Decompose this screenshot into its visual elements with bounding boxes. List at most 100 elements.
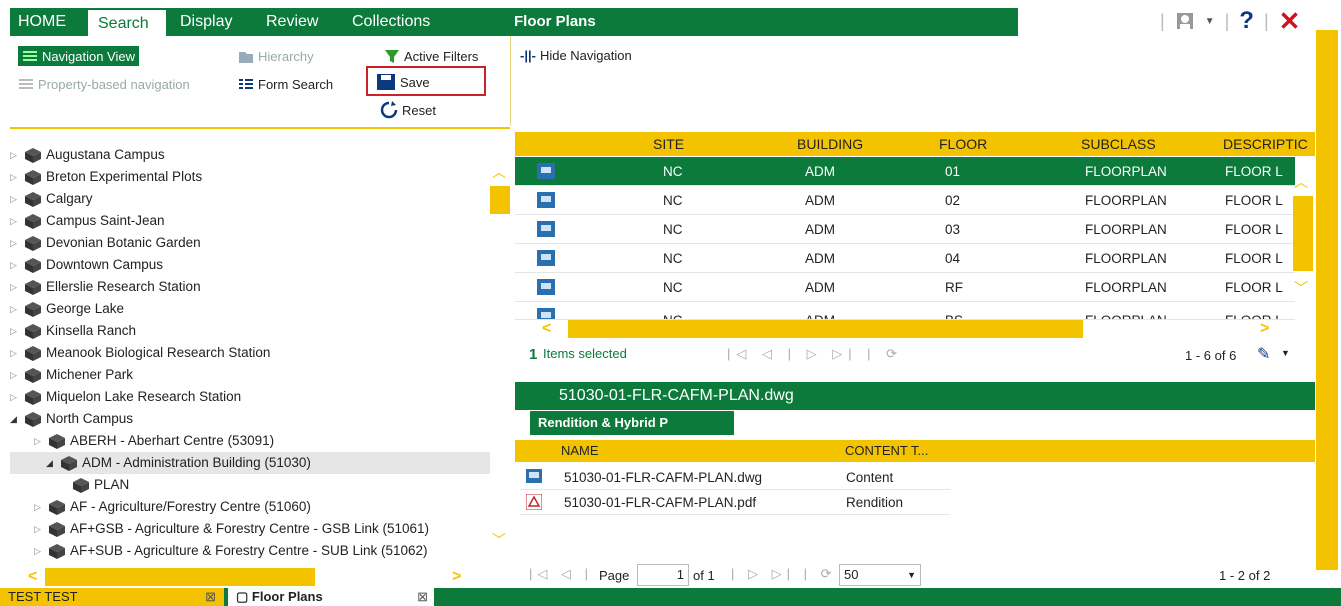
tree-item[interactable]: ◢ North Campus (10, 408, 133, 430)
chevron-down-icon[interactable]: ﹀ (492, 530, 506, 550)
expand-icon[interactable]: ▷ (10, 342, 20, 364)
expand-icon[interactable]: ▷ (34, 496, 44, 518)
right-scrollbar[interactable] (1316, 30, 1338, 570)
tree-item-label: George Lake (46, 301, 125, 316)
table-row[interactable]: NC ADM 01 FLOORPLAN FLOOR L (515, 157, 1295, 186)
tab-floor-plans[interactable]: ▢ Floor Plans ⊠ (228, 588, 434, 606)
tree-item[interactable]: ▷ Downtown Campus (10, 254, 163, 276)
tree-item[interactable]: ▷ Devonian Botanic Garden (10, 232, 201, 254)
tab-display[interactable]: Display (180, 8, 232, 36)
chevron-right-icon[interactable]: > (452, 568, 461, 586)
list-item[interactable]: 51030-01-FLR-CAFM-PLAN.pdf Rendition (520, 490, 950, 515)
grid-hscrollbar-thumb[interactable] (568, 320, 1083, 338)
tree-item[interactable]: ▷ Miquelon Lake Research Station (10, 386, 241, 408)
column-header-content-type[interactable]: CONTENT T... (845, 443, 928, 458)
tree-item[interactable]: ▷ AF - Agriculture/Forestry Centre (51060… (34, 496, 311, 518)
list-item[interactable]: 51030-01-FLR-CAFM-PLAN.dwg Content (520, 465, 950, 490)
expand-icon[interactable]: ▷ (10, 320, 20, 342)
expand-icon[interactable]: ▷ (34, 518, 44, 540)
user-icon[interactable] (1175, 11, 1195, 31)
column-header-description[interactable]: DESCRIPTIC (1223, 132, 1308, 156)
expand-icon[interactable]: ▷ (10, 166, 20, 188)
pager-first-prev-icons[interactable]: |◁ ◁ | (529, 566, 593, 582)
table-row[interactable]: NC ADM BS FLOORPLAN FLOOR L (515, 302, 1295, 320)
close-icon[interactable]: ⊠ (205, 588, 216, 606)
tree-item-label: Ellerslie Research Station (46, 279, 201, 294)
tab-search[interactable]: Search (88, 8, 166, 36)
navigation-view-button[interactable]: Navigation View (18, 46, 139, 66)
tab-test-test[interactable]: TEST TEST ⊠ (0, 588, 224, 606)
column-header-subclass[interactable]: SUBCLASS (1081, 132, 1156, 156)
tree-item[interactable]: PLAN (72, 474, 129, 496)
tree-item[interactable]: ▷ Augustana Campus (10, 144, 165, 166)
collapse-icon[interactable]: ◢ (10, 408, 20, 430)
column-header-building[interactable]: BUILDING (797, 132, 863, 156)
tab-collections[interactable]: Collections (352, 8, 430, 36)
active-filters-button[interactable]: Active Filters (384, 46, 478, 66)
form-search-button[interactable]: Form Search (238, 74, 333, 94)
table-row[interactable]: NC ADM 04 FLOORPLAN FLOOR L (515, 244, 1295, 273)
page-size-select[interactable]: 50 ▼ (839, 564, 921, 586)
tree-item[interactable]: ▷ Meanook Biological Research Station (10, 342, 270, 364)
table-row[interactable]: NC ADM 03 FLOORPLAN FLOOR L (515, 215, 1295, 244)
tree-item[interactable]: ▷ AF+SUB - Agriculture & Forestry Centre … (34, 540, 428, 562)
table-row[interactable]: NC ADM RF FLOORPLAN FLOOR L (515, 273, 1295, 302)
tree-item[interactable]: ▷ Kinsella Ranch (10, 320, 136, 342)
expand-icon[interactable]: ▷ (10, 188, 20, 210)
chevron-down-icon[interactable]: ▼ (1281, 348, 1290, 358)
tree-item[interactable]: ▷ George Lake (10, 298, 124, 320)
expand-icon[interactable]: ▷ (10, 232, 20, 254)
pager-nav-icons[interactable]: |◁ ◁ | ▷ ▷| | ⟳ (727, 346, 903, 362)
expand-icon[interactable]: ▷ (10, 298, 20, 320)
hierarchy-button[interactable]: Hierarchy (238, 46, 314, 66)
expand-icon[interactable]: ▷ (34, 540, 44, 562)
tab-review[interactable]: Review (266, 8, 318, 36)
chevron-left-icon[interactable]: < (28, 568, 37, 586)
tree-item[interactable]: ▷ Calgary (10, 188, 93, 210)
grid-scrollbar-thumb[interactable] (1293, 196, 1313, 271)
hide-navigation-button[interactable]: -||- Hide Navigation (520, 48, 632, 63)
property-navigation-button[interactable]: Property-based navigation (18, 74, 190, 94)
tab-rendition-hybrid[interactable]: Rendition & Hybrid P (530, 411, 734, 435)
close-icon[interactable]: ✕ (1279, 6, 1301, 37)
expand-icon[interactable]: ▷ (10, 386, 20, 408)
chevron-up-icon[interactable]: ︿ (492, 162, 506, 182)
collapse-icon[interactable]: ◢ (46, 452, 56, 474)
column-header-floor[interactable]: FLOOR (939, 132, 987, 156)
reset-button[interactable]: Reset (380, 100, 436, 120)
chevron-up-icon[interactable]: ︿ (1294, 172, 1308, 192)
tree-item[interactable]: ▷ Ellerslie Research Station (10, 276, 201, 298)
tree-item[interactable]: ▷ Breton Experimental Plots (10, 166, 202, 188)
edit-icon[interactable]: ✎ (1257, 344, 1270, 364)
close-icon[interactable]: ⊠ (417, 588, 428, 606)
table-row[interactable]: NC ADM 02 FLOORPLAN FLOOR L (515, 186, 1295, 215)
column-header-site[interactable]: SITE (653, 132, 684, 156)
chevron-down-icon[interactable]: ▼ (1205, 16, 1215, 27)
expand-icon[interactable]: ▷ (10, 364, 20, 386)
expand-icon[interactable]: ▷ (10, 254, 20, 276)
tree-item-selected[interactable]: ◢ ADM - Administration Building (51030) (10, 452, 490, 474)
tree-item[interactable]: ▷ ABERH - Aberhart Centre (53091) (34, 430, 274, 452)
cell-site: NC (663, 280, 683, 295)
help-icon[interactable]: ? (1239, 7, 1254, 35)
pager-next-last-icons[interactable]: | ▷ ▷| | ⟳ (731, 566, 836, 582)
cube-icon (49, 434, 65, 449)
cube-icon (25, 148, 41, 163)
save-button[interactable]: Save (376, 72, 430, 92)
tree-item[interactable]: ▷ Michener Park (10, 364, 133, 386)
tab-home[interactable]: HOME (18, 8, 66, 36)
expand-icon[interactable]: ▷ (10, 276, 20, 298)
chevron-right-icon[interactable]: > (1260, 320, 1269, 338)
tree-hscrollbar-thumb[interactable] (45, 568, 315, 586)
tree-item[interactable]: ▷ AF+GSB - Agriculture & Forestry Centre … (34, 518, 429, 540)
page-input[interactable]: 1 (637, 564, 689, 586)
expand-icon[interactable]: ▷ (10, 210, 20, 232)
column-header-name[interactable]: NAME (561, 443, 599, 458)
tree-scrollbar-thumb[interactable] (490, 186, 510, 214)
tree-item[interactable]: ▷ Campus Saint-Jean (10, 210, 165, 232)
chevron-down-icon[interactable]: ﹀ (1294, 278, 1308, 298)
tree-item-label: Devonian Botanic Garden (46, 235, 201, 250)
expand-icon[interactable]: ▷ (10, 144, 20, 166)
expand-icon[interactable]: ▷ (34, 430, 44, 452)
chevron-left-icon[interactable]: < (542, 320, 551, 338)
